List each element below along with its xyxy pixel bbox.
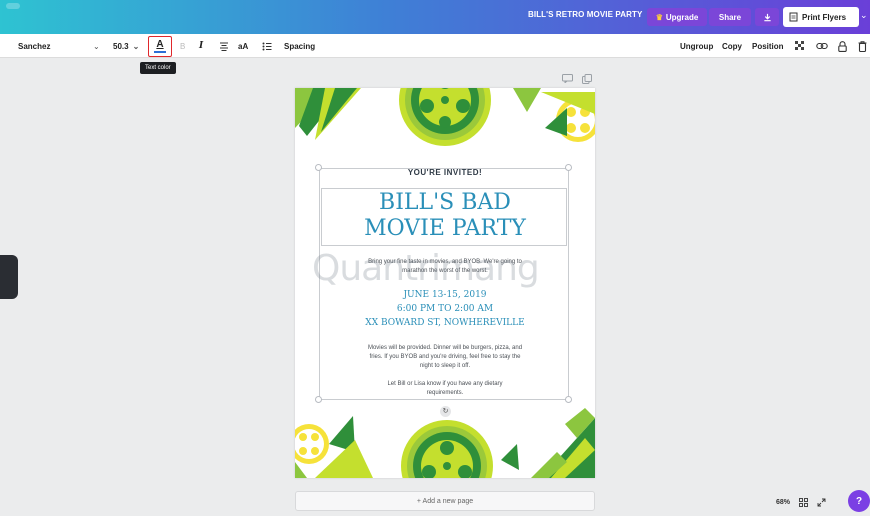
- font-size-select[interactable]: 50.3 ⌄: [113, 34, 139, 58]
- resize-handle[interactable]: [315, 396, 322, 403]
- spacing-button[interactable]: Spacing: [284, 34, 315, 58]
- event-address[interactable]: XX BOWARD ST, NOWHEREVILLE: [295, 317, 595, 330]
- transparency-icon: [795, 41, 804, 50]
- list-button[interactable]: [262, 34, 272, 58]
- download-button[interactable]: [755, 8, 779, 26]
- share-button[interactable]: Share: [709, 8, 751, 26]
- position-button[interactable]: Position: [752, 34, 784, 58]
- crown-icon: ♛: [655, 12, 663, 22]
- font-size-value: 50.3: [113, 41, 129, 51]
- align-button[interactable]: [219, 34, 229, 58]
- headline[interactable]: BILL'S BAD MOVIE PARTY: [295, 190, 595, 242]
- contact-text[interactable]: Let Bill or Lisa know if you have any di…: [373, 380, 517, 398]
- align-center-icon: [220, 42, 228, 51]
- copy-button[interactable]: Copy: [722, 34, 742, 58]
- text-toolbar: Sanchez ⌄ 50.3 ⌄ A B I aA Spacing Ungrou…: [0, 34, 870, 58]
- details-text[interactable]: Movies will be provided. Dinner will be …: [363, 344, 527, 371]
- zoom-level[interactable]: 68%: [776, 499, 790, 506]
- letter-case-icon: aA: [238, 41, 249, 51]
- print-label: Print Flyers: [802, 12, 847, 22]
- design-title[interactable]: BILL'S RETRO MOVIE PARTY: [528, 10, 642, 19]
- text-color-tooltip: Text color: [140, 62, 176, 74]
- chevron-down-icon: ⌄: [132, 41, 140, 51]
- bold-icon[interactable]: B: [180, 34, 185, 58]
- upgrade-label: Upgrade: [665, 12, 699, 22]
- home-logo[interactable]: [6, 3, 20, 9]
- print-icon: [789, 12, 798, 22]
- lock-button[interactable]: [838, 34, 847, 58]
- ungroup-label: Ungroup: [680, 41, 714, 51]
- share-label: Share: [718, 12, 742, 22]
- add-page-button[interactable]: + Add a new page: [295, 491, 595, 511]
- top-bar: BILL'S RETRO MOVIE PARTY ♛ Upgrade Share…: [0, 0, 870, 34]
- font-family-value: Sanchez: [18, 41, 51, 51]
- transparency-button[interactable]: [795, 34, 805, 58]
- delete-button[interactable]: [858, 34, 867, 58]
- lock-icon: [838, 40, 847, 52]
- font-family-select[interactable]: Sanchez: [18, 34, 50, 58]
- chevron-down-icon[interactable]: ⌄: [860, 10, 868, 21]
- side-panel-toggle[interactable]: [0, 255, 18, 299]
- ungroup-button[interactable]: Ungroup: [680, 34, 713, 58]
- zoom-controls: 68%: [770, 492, 840, 512]
- trash-icon: [858, 40, 867, 52]
- text-color-icon: A: [156, 38, 164, 50]
- canva-editor: { "topbar": { "design_title": "BILL'S RE…: [0, 0, 870, 516]
- italic-icon: I: [199, 41, 204, 51]
- list-icon: [262, 42, 272, 50]
- download-icon: [763, 13, 771, 21]
- event-time[interactable]: 6:00 PM TO 2:00 AM: [295, 303, 595, 316]
- event-date[interactable]: JUNE 13-15, 2019: [295, 289, 595, 302]
- headline-line-2: MOVIE PARTY: [364, 216, 526, 241]
- position-label: Position: [752, 41, 784, 51]
- duplicate-page-icon[interactable]: [582, 74, 592, 84]
- letter-case-button[interactable]: aA: [238, 34, 248, 58]
- spacing-label: Spacing: [284, 41, 316, 51]
- chevron-down-icon[interactable]: ⌄: [93, 34, 100, 58]
- help-button[interactable]: ?: [848, 490, 870, 512]
- rotate-icon[interactable]: ↻: [440, 406, 451, 417]
- italic-button[interactable]: I: [199, 34, 203, 58]
- watermark: Quantrimang: [312, 248, 540, 289]
- invited-heading[interactable]: YOU'RE INVITED!: [295, 168, 595, 177]
- link-button[interactable]: [816, 34, 828, 58]
- grid-view-icon[interactable]: [799, 497, 808, 507]
- headline-line-1: BILL'S BAD: [379, 190, 511, 215]
- print-flyers-button[interactable]: Print Flyers: [783, 7, 859, 27]
- upgrade-button[interactable]: ♛ Upgrade: [647, 8, 707, 26]
- comment-icon[interactable]: [562, 74, 573, 83]
- copy-label: Copy: [722, 41, 742, 51]
- link-icon: [816, 42, 828, 50]
- text-color-swatch: [154, 50, 166, 53]
- resize-handle[interactable]: [565, 396, 572, 403]
- text-color-button[interactable]: A: [154, 34, 166, 58]
- fullscreen-icon[interactable]: [817, 498, 826, 507]
